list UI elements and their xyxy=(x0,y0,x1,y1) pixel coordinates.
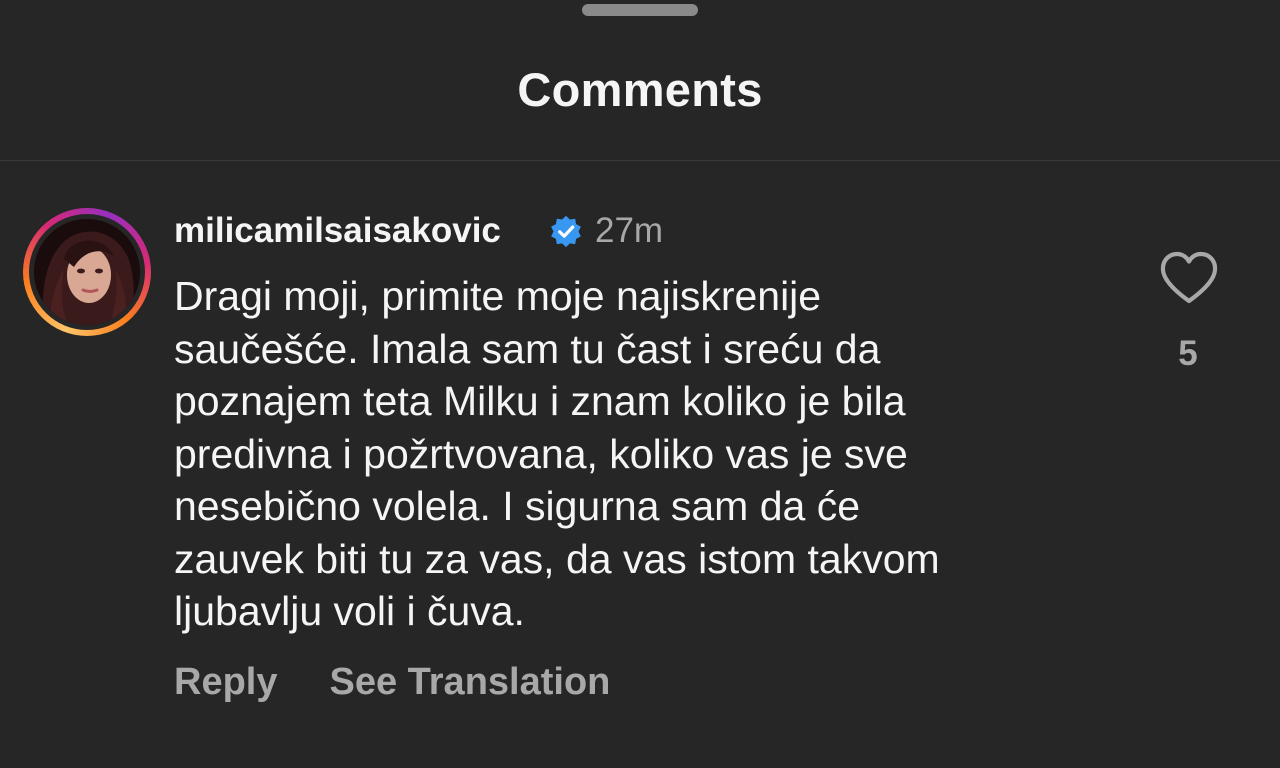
page-title: Comments xyxy=(517,63,763,116)
comments-header: Comments xyxy=(0,0,1280,161)
see-translation-button[interactable]: See Translation xyxy=(329,661,610,704)
heart-outline-icon[interactable] xyxy=(1158,250,1220,306)
comment-text-line: saučešće. Imala sam tu čast i sreću da xyxy=(174,325,881,372)
comment-text-line: Dragi moji, primite moje najiskrenije xyxy=(174,273,822,319)
comment-text-line: nesebično volela. I sigurna sam da će xyxy=(174,483,861,529)
comment-actions: Reply See Translation xyxy=(174,661,610,704)
avatar-story-ring[interactable] xyxy=(23,208,151,336)
reply-button[interactable]: Reply xyxy=(174,661,277,704)
verified-badge-icon xyxy=(551,215,581,248)
avatar-portrait-icon xyxy=(34,219,140,325)
comment-text: Dragi moji, primite moje najiskrenije sa… xyxy=(174,270,1074,638)
comment-text-line: poznajem teta Milku i znam koliko je bil… xyxy=(174,378,906,424)
comments-sheet: Comments milicamilsaisakovic 27m Dragi m… xyxy=(0,0,1280,768)
comment-timestamp: 27m xyxy=(595,211,664,250)
avatar[interactable] xyxy=(34,219,140,325)
comment-text-line: zauvek biti tu za vas, da vas istom takv… xyxy=(174,535,940,582)
like-count: 5 xyxy=(1178,334,1198,373)
comment-text-line: predivna i požrtvovana, koliko vas je sv… xyxy=(174,430,908,477)
sheet-grab-handle[interactable] xyxy=(582,4,698,16)
comment-username[interactable]: milicamilsaisakovic xyxy=(174,211,501,251)
comment-text-line: ljubavlju voli i čuva. xyxy=(174,588,525,634)
